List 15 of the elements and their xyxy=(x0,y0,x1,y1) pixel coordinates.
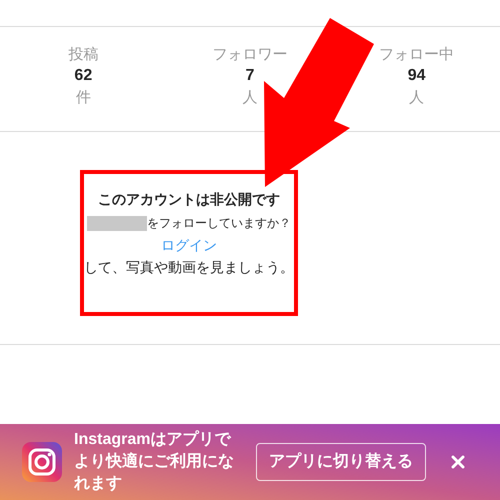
banner-text: Instagramはアプリでより快適にご利用になれます xyxy=(74,429,235,494)
stat-label: フォロワー xyxy=(212,45,288,65)
follow-question: をフォローしていますか？ xyxy=(147,215,291,232)
stat-unit: 件 xyxy=(76,88,91,108)
private-message: して、写真や動画を見ましょう。 xyxy=(84,258,294,277)
stat-value: 7 xyxy=(246,66,254,86)
stat-value: 94 xyxy=(408,66,426,86)
stat-value: 62 xyxy=(74,66,92,86)
stat-label: 投稿 xyxy=(68,45,98,65)
stat-unit: 人 xyxy=(242,88,258,108)
stat-label: フォロー中 xyxy=(379,45,454,65)
stat-unit: 人 xyxy=(409,88,424,108)
private-title: このアカウントは非公開です xyxy=(98,190,280,209)
login-link[interactable]: ログイン xyxy=(161,234,217,256)
switch-app-button[interactable]: アプリに切り替える xyxy=(256,443,426,481)
